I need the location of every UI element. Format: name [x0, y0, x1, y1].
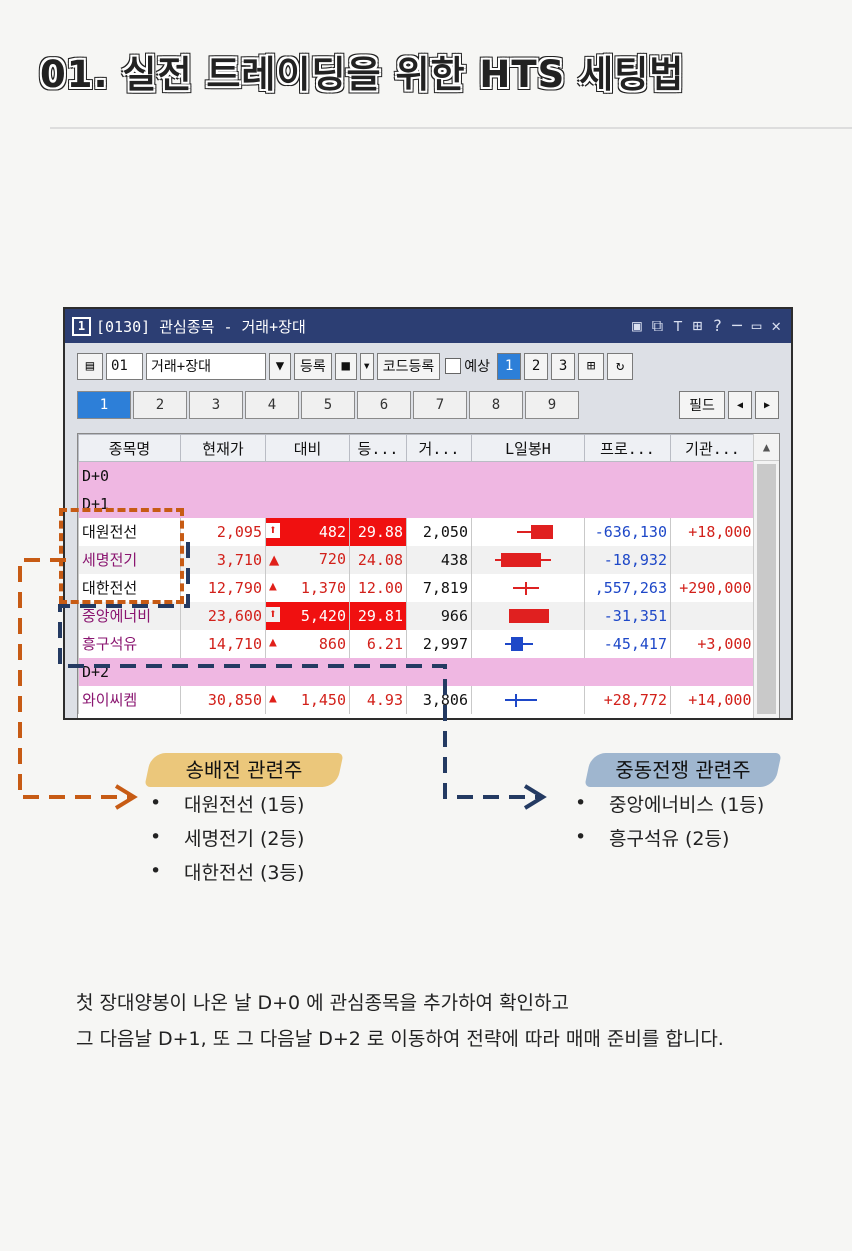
list-item-text: 세명전기 (2등): [184, 827, 305, 850]
list-item: • 대한전선 (3등): [150, 854, 304, 888]
bullet-icon: •: [150, 826, 162, 848]
sector-label-text: 송배전 관련주: [185, 758, 303, 782]
description-line-2: 그 다음날 D+1, 또 그 다음날 D+2 로 이동하여 전략에 따라 매매 …: [76, 1028, 724, 1050]
list-item-text: 대원전선 (1등): [184, 793, 305, 816]
list-item: • 세명전기 (2등): [150, 820, 304, 854]
bullet-icon: •: [150, 860, 162, 882]
power-grid-sector-label: 송배전 관련주: [144, 753, 344, 787]
middle-east-war-sector-label: 중동전쟁 관련주: [584, 753, 782, 787]
middle-east-war-stock-list: • 중앙에너비스 (1등) • 흥구석유 (2등): [575, 786, 764, 854]
list-item: • 흥구석유 (2등): [575, 820, 764, 854]
list-item-text: 흥구석유 (2등): [609, 827, 730, 850]
bullet-icon: •: [575, 792, 587, 814]
description-line-1: 첫 장대양봉이 나온 날 D+0 에 관심종목을 추가하여 확인하고: [76, 992, 569, 1014]
orange-connector-arrow: [18, 542, 547, 810]
power-grid-stock-list: • 대원전선 (1등) • 세명전기 (2등) • 대한전선 (3등): [150, 786, 304, 888]
bullet-icon: •: [575, 826, 587, 848]
list-item: • 중앙에너비스 (1등): [575, 786, 764, 820]
list-item-text: 중앙에너비스 (1등): [609, 793, 765, 816]
sector-label-text: 중동전쟁 관련주: [615, 758, 751, 782]
list-item: • 대원전선 (1등): [150, 786, 304, 820]
list-item-text: 대한전선 (3등): [184, 861, 305, 884]
bullet-icon: •: [150, 792, 162, 814]
description-paragraph: 첫 장대양봉이 나온 날 D+0 에 관심종목을 추가하여 확인하고 그 다음날…: [76, 985, 724, 1057]
